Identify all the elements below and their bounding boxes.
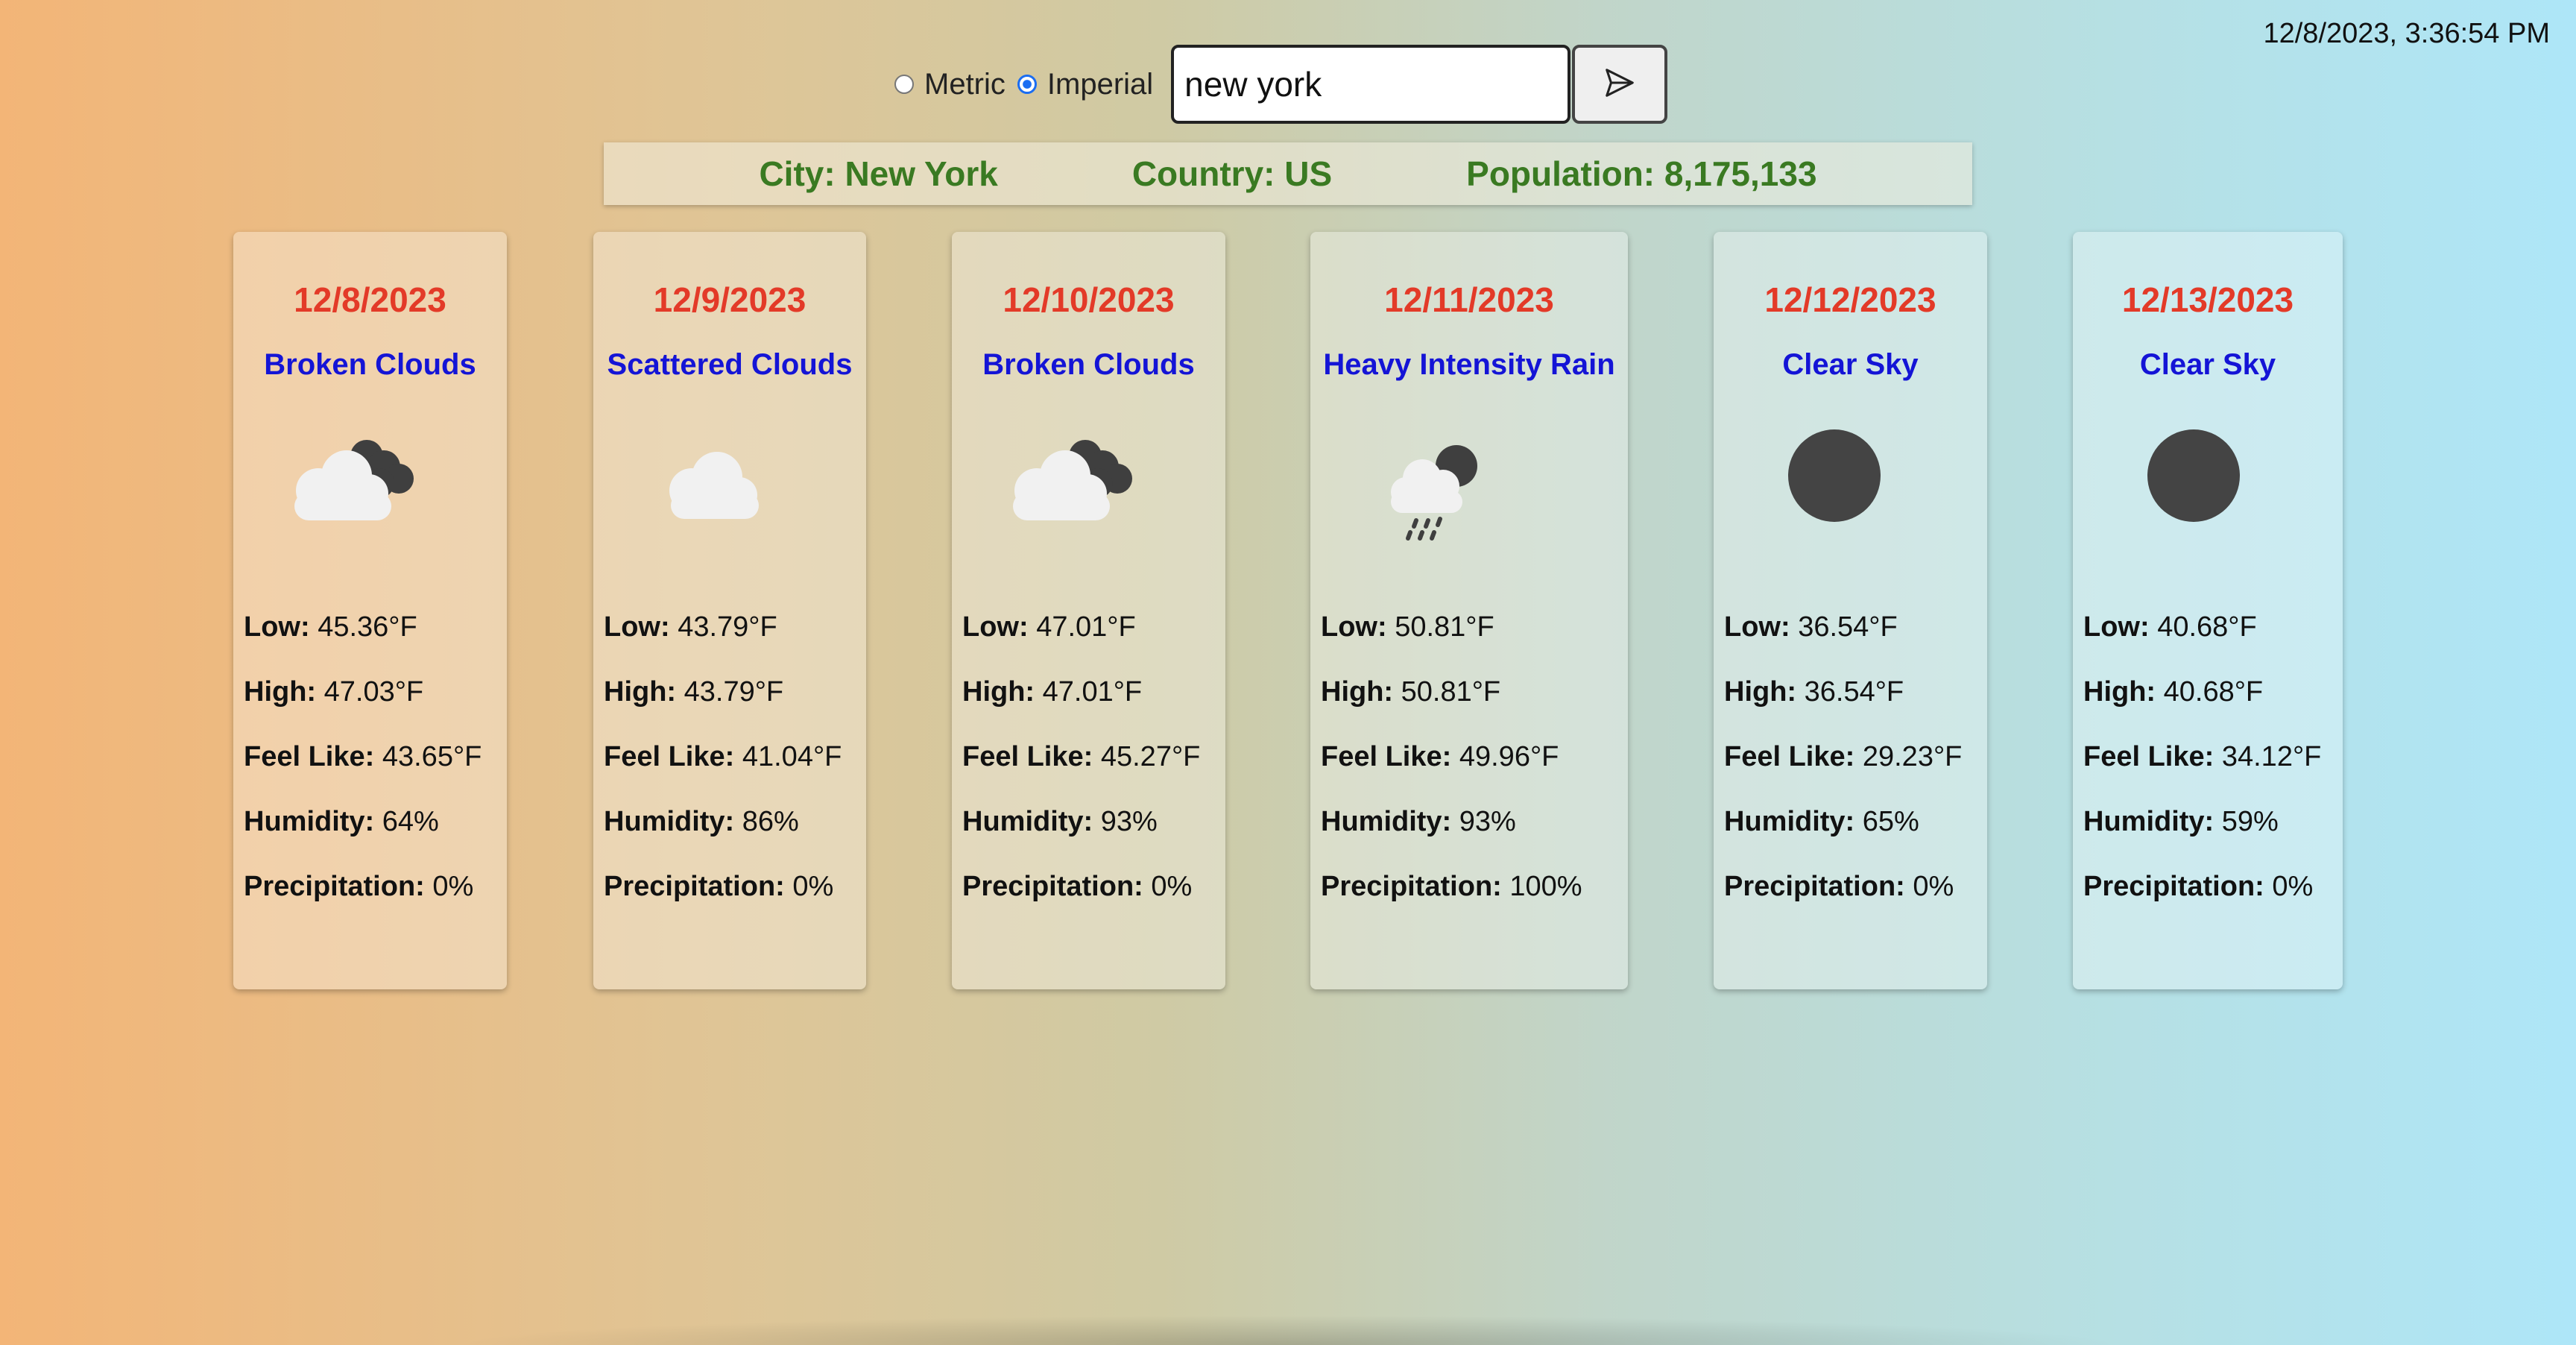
feels-like: Feel Like: 49.96°F — [1321, 741, 1559, 772]
imperial-radio[interactable] — [1017, 75, 1037, 94]
population-label: Population: 8,175,133 — [1466, 154, 1817, 193]
forecast-description: Clear Sky — [1782, 348, 1919, 381]
humidity: Humidity: 93% — [1321, 806, 1516, 837]
precipitation: Precipitation: 0% — [962, 871, 1193, 902]
forecast-date: 12/12/2023 — [1764, 280, 1936, 319]
metric-radio[interactable] — [894, 75, 914, 94]
forecast-description: Broken Clouds — [982, 348, 1195, 381]
precipitation: Precipitation: 0% — [2083, 871, 2314, 902]
forecast-card: 12/13/2023 Clear Sky Low: 40.68°F High: 40.… — [2073, 232, 2343, 989]
high-temp: High: 43.79°F — [604, 676, 784, 708]
low-temp: Low: 47.01°F — [962, 611, 1136, 643]
forecast-description: Clear Sky — [2139, 348, 2276, 381]
precipitation: Precipitation: 0% — [604, 871, 834, 902]
forecast-date: 12/13/2023 — [2121, 280, 2294, 319]
precipitation: Precipitation: 0% — [244, 871, 474, 902]
search-submit-button[interactable] — [1572, 45, 1668, 124]
feels-like: Feel Like: 29.23°F — [1724, 741, 1963, 772]
humidity: Humidity: 86% — [604, 806, 799, 837]
humidity: Humidity: 65% — [1724, 806, 1919, 837]
imperial-label: Imperial — [1046, 67, 1154, 101]
forecast-date: 12/11/2023 — [1384, 280, 1554, 319]
high-temp: High: 47.01°F — [962, 676, 1143, 708]
current-datetime: 12/8/2023, 3:36:54 PM — [2263, 18, 2550, 49]
clear-sky-icon — [2083, 425, 2332, 574]
low-temp: Low: 45.36°F — [244, 611, 417, 643]
feels-like: Feel Like: 34.12°F — [2083, 741, 2322, 772]
city-label: City: New York — [759, 154, 998, 193]
scattered-clouds-icon — [604, 425, 856, 574]
precipitation: Precipitation: 100% — [1321, 871, 1582, 902]
city-search-input[interactable] — [1171, 45, 1571, 124]
forecast-card: 12/10/2023 Broken Clouds Low: 47.01°F High:… — [952, 232, 1225, 989]
metric-label: Metric — [924, 67, 1006, 101]
high-temp: High: 50.81°F — [1321, 676, 1501, 708]
low-temp: Low: 40.68°F — [2083, 611, 2257, 643]
search-controls: Metric Imperial — [894, 43, 1668, 125]
forecast-card: 12/11/2023 Heavy Intensity Rain Low: 50.81… — [1310, 232, 1628, 989]
low-temp: Low: 36.54°F — [1724, 611, 1898, 643]
forecast-card: 12/9/2023 Scattered Clouds Low: 43.79°F Hig… — [593, 232, 866, 989]
forecast-description: Broken Clouds — [264, 348, 476, 381]
feels-like: Feel Like: 41.04°F — [604, 741, 842, 772]
forecast-date: 12/10/2023 — [1003, 280, 1175, 319]
high-temp: High: 40.68°F — [2083, 676, 2264, 708]
country-label: Country: US — [1131, 154, 1333, 193]
bottom-shadow — [447, 1315, 2129, 1345]
forecast-card: 12/8/2023 Broken Clouds Low: 45.36°F High: … — [233, 232, 507, 989]
feels-like: Feel Like: 43.65°F — [244, 741, 482, 772]
high-temp: High: 47.03°F — [244, 676, 424, 708]
high-temp: High: 36.54°F — [1724, 676, 1904, 708]
forecast-date: 12/9/2023 — [653, 280, 806, 319]
precipitation: Precipitation: 0% — [1724, 871, 1954, 902]
broken-clouds-icon — [962, 425, 1215, 574]
clear-sky-icon — [1724, 425, 1977, 574]
humidity: Humidity: 64% — [244, 806, 439, 837]
forecast-card: 12/12/2023 Clear Sky Low: 36.54°F High: 36.… — [1714, 232, 1987, 989]
humidity: Humidity: 93% — [962, 806, 1158, 837]
forecast-description: Heavy Intensity Rain — [1323, 348, 1615, 381]
broken-clouds-icon — [244, 425, 496, 574]
forecast-date: 12/8/2023 — [294, 280, 446, 319]
low-temp: Low: 50.81°F — [1321, 611, 1494, 643]
location-info-bar: City: New York Country: US Population: 8… — [604, 142, 1972, 205]
send-icon — [1603, 66, 1637, 104]
forecast-description: Scattered Clouds — [607, 348, 853, 381]
rain-icon — [1321, 425, 1617, 574]
feels-like: Feel Like: 45.27°F — [962, 741, 1201, 772]
low-temp: Low: 43.79°F — [604, 611, 777, 643]
humidity: Humidity: 59% — [2083, 806, 2279, 837]
